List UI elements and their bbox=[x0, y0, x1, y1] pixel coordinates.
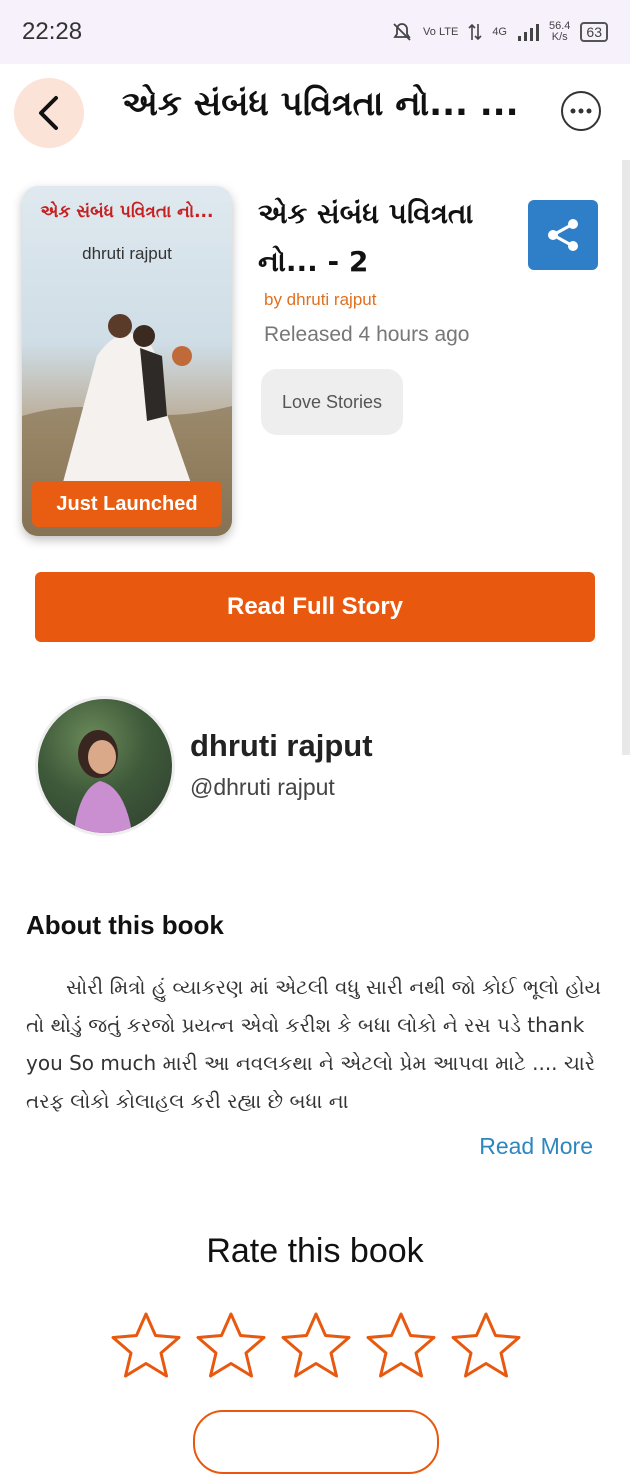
book-cover[interactable]: એક સંબંધ પવિત્રતા નો... dhruti rajput Ju… bbox=[22, 186, 232, 536]
star-icon bbox=[451, 1312, 521, 1378]
about-text: સોરી મિત્રો હું વ્યાકરણ માં એટલી વધુ સાર… bbox=[26, 975, 601, 1113]
scrollbar[interactable] bbox=[622, 160, 630, 755]
signal-type: 4G bbox=[492, 25, 507, 38]
read-more-link[interactable]: Read More bbox=[479, 1133, 593, 1160]
author-name[interactable]: dhruti rajput bbox=[190, 728, 373, 764]
page-title: એક સંબંધ પવિત્રતા નો... ... bbox=[122, 84, 519, 124]
data-arrows-icon bbox=[468, 23, 482, 41]
back-button[interactable] bbox=[14, 78, 84, 148]
book-title-line1: એક સંબંધ પવિત્રતા bbox=[258, 197, 474, 230]
avatar[interactable] bbox=[35, 696, 175, 836]
star-2[interactable] bbox=[195, 1310, 267, 1382]
release-time: Released 4 hours ago bbox=[264, 323, 470, 346]
author-byline[interactable]: by dhruti rajput bbox=[264, 290, 376, 310]
star-icon bbox=[366, 1312, 436, 1378]
star-1[interactable] bbox=[110, 1310, 182, 1382]
rate-heading: Rate this book bbox=[206, 1232, 424, 1270]
book-title-line2: નો... - 2 bbox=[258, 245, 369, 278]
star-5[interactable] bbox=[450, 1310, 522, 1382]
just-launched-badge: Just Launched bbox=[32, 481, 222, 527]
network-label: Vo LTE bbox=[423, 25, 459, 38]
share-button[interactable] bbox=[528, 200, 598, 270]
status-time: 22:28 bbox=[22, 18, 83, 45]
star-3[interactable] bbox=[280, 1310, 352, 1382]
star-icon bbox=[111, 1312, 181, 1378]
app-bar: એક સંબંધ પવિત્રતા નો... ... bbox=[0, 64, 630, 159]
author-photo bbox=[73, 730, 133, 833]
network-speed: 56.4 K/s bbox=[549, 20, 571, 43]
status-icons: Vo LTE 4G 56.4 K/s 63 bbox=[391, 21, 608, 43]
battery-indicator: 63 bbox=[580, 22, 608, 42]
status-bar: 22:28 Vo LTE 4G 56.4 K/s 63 bbox=[0, 0, 630, 64]
submit-rating-button[interactable] bbox=[193, 1410, 439, 1474]
star-4[interactable] bbox=[365, 1310, 437, 1382]
share-icon bbox=[548, 219, 578, 251]
about-heading: About this book bbox=[26, 910, 224, 940]
more-options-button[interactable] bbox=[561, 91, 601, 131]
book-title: એક સંબંધ પવિત્રતા નો... - 2 bbox=[258, 190, 518, 286]
read-full-story-button[interactable]: Read Full Story bbox=[35, 572, 595, 642]
star-icon bbox=[281, 1312, 351, 1378]
chevron-left-icon bbox=[39, 96, 58, 130]
signal-bars-icon bbox=[518, 24, 539, 41]
rating-stars bbox=[110, 1310, 522, 1382]
genre-chip[interactable]: Love Stories bbox=[261, 369, 403, 435]
ellipsis-icon bbox=[570, 108, 592, 114]
author-handle: @dhruti rajput bbox=[190, 774, 335, 800]
mute-notification-icon bbox=[393, 23, 411, 41]
star-icon bbox=[196, 1312, 266, 1378]
